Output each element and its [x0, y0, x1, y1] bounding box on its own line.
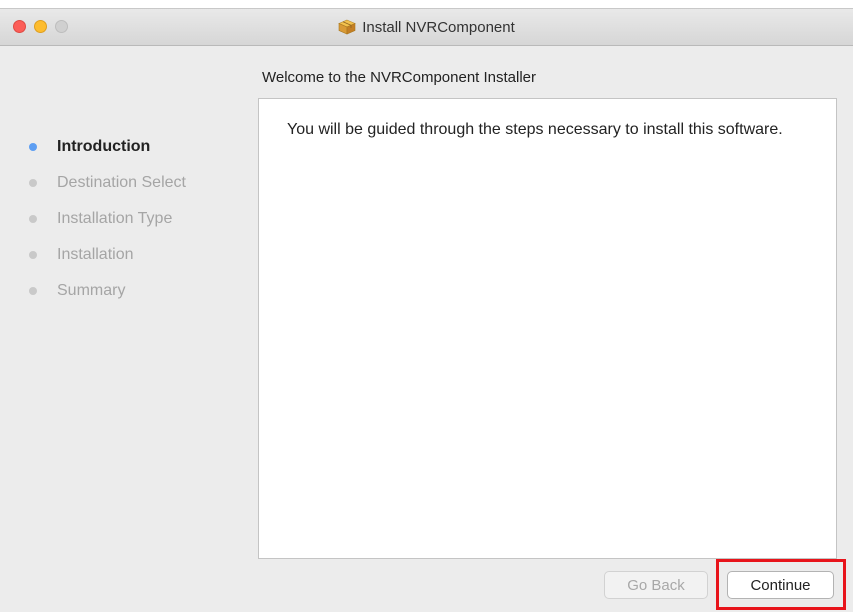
pending-step-dot-icon [29, 287, 37, 295]
window-title-text: Install NVRComponent [362, 18, 515, 36]
step-label: Summary [57, 282, 126, 299]
step-installation: Installation [28, 237, 186, 273]
step-label: Installation Type [57, 210, 173, 227]
step-introduction: Introduction [28, 129, 186, 165]
go-back-button[interactable]: Go Back [604, 571, 708, 599]
current-step-dot-icon [29, 143, 37, 151]
installer-window: Install NVRComponent Welcome to the NVRC… [0, 8, 853, 612]
welcome-message: You will be guided through the steps nec… [287, 121, 783, 138]
step-label: Installation [57, 246, 134, 263]
pending-step-dot-icon [29, 251, 37, 259]
step-destination-select: Destination Select [28, 165, 186, 201]
pending-step-dot-icon [29, 215, 37, 223]
content-pane: You will be guided through the steps nec… [258, 98, 837, 559]
continue-highlight-box [716, 559, 846, 610]
step-summary: Summary [28, 273, 186, 309]
title-bar: Install NVRComponent [0, 9, 853, 46]
installer-steps-list: Introduction Destination Select Installa… [28, 129, 186, 309]
window-title: Install NVRComponent [0, 9, 853, 45]
step-label: Destination Select [57, 174, 186, 191]
page-heading: Welcome to the NVRComponent Installer [262, 69, 537, 86]
package-icon [338, 19, 356, 35]
step-installation-type: Installation Type [28, 201, 186, 237]
step-label: Introduction [57, 138, 151, 155]
pending-step-dot-icon [29, 179, 37, 187]
